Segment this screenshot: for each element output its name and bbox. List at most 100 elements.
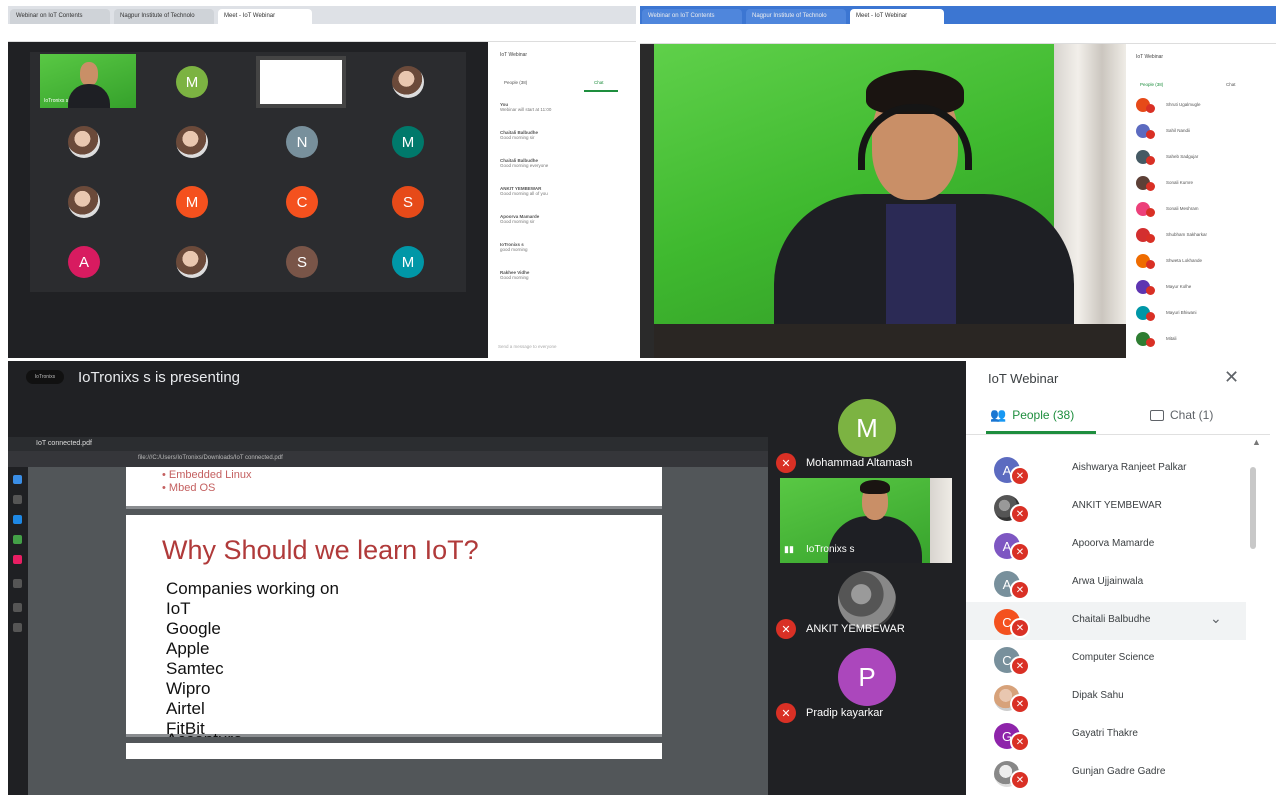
browser-tab-active[interactable]: Meet - IoT Webinar <box>218 9 312 24</box>
slide-line: Companies working on <box>166 579 339 598</box>
browser-tab-bar: Webinar on IoT Contents Nagpur Institute… <box>8 6 636 24</box>
participant-name: IoTronixs s <box>806 544 855 555</box>
url-field[interactable] <box>108 27 348 39</box>
tab-people[interactable]: People (38) <box>504 80 527 85</box>
participant-name: Mitali <box>1166 336 1177 341</box>
app-icon[interactable] <box>13 603 22 612</box>
participant-row[interactable]: Shruti Ugalmugle <box>1136 96 1266 120</box>
participant-row[interactable]: G ✕ Gayatri Thakre <box>966 716 1246 754</box>
participant-row[interactable]: Mitali <box>1136 330 1266 354</box>
browser-tab[interactable]: Webinar on IoT Contents <box>642 9 742 24</box>
screen-share-tile[interactable] <box>256 56 346 108</box>
avatar-letter: N <box>296 133 308 151</box>
tab-people[interactable]: 👥 People (38) <box>990 405 1074 425</box>
presenter-video-tile[interactable]: ▮▮ IoTronixs s <box>780 478 952 563</box>
avatar-letter: A <box>78 253 89 271</box>
mic-off-icon: ✕ <box>1010 656 1030 676</box>
participant-avatar[interactable]: S <box>392 186 424 218</box>
participant-row[interactable]: Saheb Sadgujar <box>1136 148 1266 172</box>
chevron-down-icon[interactable]: ⌄ <box>1210 610 1222 627</box>
participant-photo[interactable] <box>68 126 100 158</box>
pdf-page: • Embedded Linux • Mbed OS <box>126 467 662 509</box>
message-text: good morning <box>500 247 528 252</box>
tab-people[interactable]: People (38) <box>1140 82 1163 87</box>
participant-photo[interactable] <box>176 126 208 158</box>
browser-tab[interactable]: Webinar on IoT Contents <box>10 9 110 24</box>
participant-row-hovered[interactable]: C ✕ Chaitali Balbudhe ⌄ <box>966 602 1246 640</box>
participant-avatar[interactable]: M <box>838 399 896 457</box>
mic-off-icon <box>1146 260 1155 269</box>
chat-input[interactable]: Send a message to everyone <box>498 344 557 349</box>
app-icon[interactable] <box>13 495 22 504</box>
app-icon[interactable] <box>13 475 22 484</box>
tab-chat[interactable]: Chat <box>1226 82 1236 87</box>
participant-avatar[interactable]: P <box>838 648 896 706</box>
browser-tab[interactable]: Nagpur Institute of Technolo <box>746 9 846 24</box>
app-icon[interactable] <box>13 515 22 524</box>
tab-chat[interactable]: Chat <box>594 80 604 85</box>
presenter-video <box>654 44 1126 358</box>
participant-avatar[interactable]: S <box>286 246 318 278</box>
close-icon[interactable]: ✕ <box>1224 367 1239 388</box>
participant-row[interactable]: Mayuri Bhiwani <box>1136 304 1266 328</box>
participant-row[interactable]: ✕ Dipak Sahu <box>966 678 1246 716</box>
mic-off-icon <box>1146 104 1155 113</box>
browser-tab-bar: Webinar on IoT Contents Nagpur Institute… <box>640 6 1276 24</box>
app-icon[interactable] <box>13 623 22 632</box>
participant-row[interactable]: C ✕ Computer Science <box>966 640 1246 678</box>
participant-name: Saheb Sadgujar <box>1166 154 1199 159</box>
participant-row[interactable]: A ✕ Aishwarya Ranjeet Palkar <box>966 450 1246 488</box>
browser-tab-active[interactable]: Meet - IoT Webinar <box>850 9 944 24</box>
mic-off-icon <box>1146 338 1155 347</box>
participant-photo[interactable] <box>392 66 424 98</box>
participant-avatar[interactable]: N <box>286 126 318 158</box>
participant-name: ANKIT YEMBEWAR <box>1072 500 1162 511</box>
app-icon[interactable] <box>13 555 22 564</box>
message-text: Good morning <box>500 275 529 280</box>
presenter-video-tile[interactable]: IoTronixs s <box>40 54 136 108</box>
mic-off-icon <box>1146 208 1155 217</box>
tab-chat[interactable]: Chat (1) <box>1150 405 1213 425</box>
presenter-hair <box>860 480 890 494</box>
participant-avatar[interactable]: C <box>286 186 318 218</box>
participant-row[interactable]: Sonali Meshram <box>1136 200 1266 224</box>
participant-name: Sonali Kumre <box>1166 180 1194 185</box>
scroll-up-icon[interactable]: ▲ <box>1252 437 1261 447</box>
app-icon[interactable] <box>13 535 22 544</box>
participant-row[interactable]: Sahil Nandii <box>1136 122 1266 146</box>
participant-row[interactable]: A ✕ Arwa Ujjainwala <box>966 564 1246 602</box>
participant-row[interactable]: ✕ Gunjan Gadre Gadre <box>966 754 1246 792</box>
participant-photo[interactable] <box>838 571 896 629</box>
presenter-body <box>828 516 922 563</box>
participant-avatar[interactable]: M <box>392 246 424 278</box>
participant-row[interactable]: Shubham Sakharkar <box>1136 226 1266 250</box>
browser-address-bar[interactable] <box>8 24 636 42</box>
people-panel-small: IoT Webinar People (38) Chat Shruti Ugal… <box>1126 44 1276 358</box>
viewer-tab[interactable]: IoT connected.pdf <box>36 440 92 447</box>
participant-avatar[interactable]: A <box>68 246 100 278</box>
app-icon[interactable] <box>13 579 22 588</box>
participant-row[interactable]: A ✕ Apoorva Mamarde <box>966 526 1246 564</box>
participant-row[interactable]: ✕ ANKIT YEMBEWAR <box>966 488 1246 526</box>
browser-address-bar[interactable] <box>640 24 1276 44</box>
participant-row[interactable]: Shweta Lokhande <box>1136 252 1266 276</box>
participant-avatar[interactable]: M <box>176 66 208 98</box>
browser-tab[interactable]: Nagpur Institute of Technolo <box>114 9 214 24</box>
pdf-page <box>126 743 662 759</box>
participant-photo[interactable] <box>68 186 100 218</box>
mic-off-icon: ✕ <box>1010 580 1030 600</box>
scrollbar-thumb[interactable] <box>1250 467 1256 549</box>
viewer-path[interactable]: file:///C:/Users/IoTronixs/Downloads/IoT… <box>138 455 283 461</box>
mic-off-icon <box>1146 234 1155 243</box>
participant-avatar[interactable]: M <box>392 126 424 158</box>
avatar-letter: C <box>296 193 308 211</box>
participant-avatar[interactable]: M <box>176 186 208 218</box>
avatar-letter: S <box>296 253 307 271</box>
participant-row[interactable]: Mayur Kolhe <box>1136 278 1266 302</box>
curtain <box>930 478 952 563</box>
slide-line: IoT <box>166 599 191 618</box>
participant-photo[interactable] <box>176 246 208 278</box>
presenter-label: IoTronixs s <box>44 98 69 104</box>
avatar-letter: S <box>402 193 413 211</box>
participant-row[interactable]: Sonali Kumre <box>1136 174 1266 198</box>
